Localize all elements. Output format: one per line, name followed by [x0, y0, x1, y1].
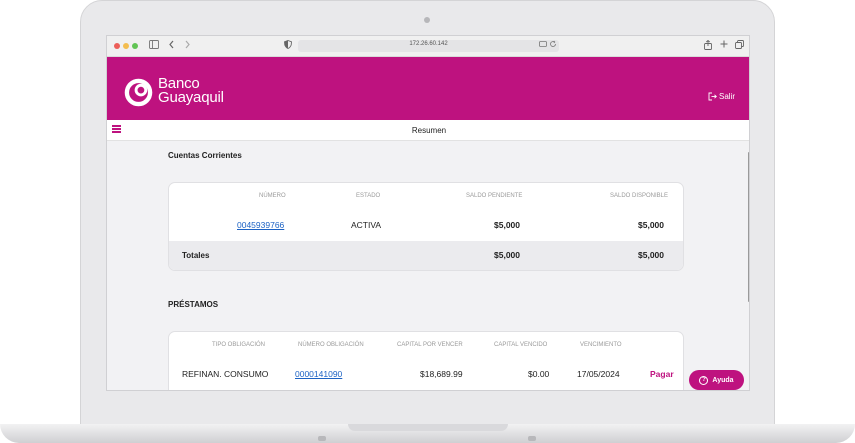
forward-icon[interactable]: [183, 40, 191, 53]
totals-label: Totales: [182, 251, 210, 260]
numero-obligacion-link[interactable]: 0000141090: [295, 369, 342, 379]
reload-icon[interactable]: [549, 40, 557, 53]
zoom-window-dot[interactable]: [132, 43, 138, 49]
screen: 172.26.60.142 Banco Guayaquil Salir Resu…: [106, 35, 750, 391]
vencimiento-value: 17/05/2024: [577, 369, 620, 379]
column-header-saldo-disponible: SALDO DISPONIBLE: [610, 193, 669, 199]
pagar-button[interactable]: Pagar: [650, 369, 674, 379]
help-icon: ?: [699, 375, 709, 385]
logout-icon: [708, 92, 717, 101]
account-status: ACTIVA: [351, 220, 382, 230]
help-button[interactable]: ? Ayuda: [689, 370, 744, 390]
scrollbar[interactable]: [748, 142, 749, 390]
totals-row: Totales $5,000 $5,000: [169, 241, 683, 270]
saldo-pendiente-value: $5,000: [494, 220, 520, 230]
privacy-shield-icon[interactable]: [284, 40, 292, 53]
bank-header: Banco Guayaquil Salir: [107, 57, 749, 120]
column-header-estado: ESTADO: [356, 193, 381, 199]
scrollbar-thumb[interactable]: [748, 152, 749, 302]
column-header-numero-obligacion: NÚMERO OBLIGACIÓN: [298, 342, 364, 348]
minimize-window-dot[interactable]: [123, 43, 129, 49]
address-bar[interactable]: 172.26.60.142: [298, 40, 559, 52]
translate-icon[interactable]: [539, 40, 547, 53]
logout-label: Salir: [718, 92, 735, 101]
subheader: Resumen: [107, 120, 749, 141]
logout-button[interactable]: Salir: [708, 92, 735, 101]
totals-saldo-pendiente: $5,000: [494, 250, 520, 260]
saldo-disponible-value: $5,000: [638, 220, 664, 230]
account-number-link[interactable]: 0045939766: [237, 220, 284, 230]
logo-text[interactable]: Banco Guayaquil: [158, 76, 224, 106]
cuentas-table: NÚMERO ESTADO SALDO PENDIENTE SALDO DISP…: [168, 182, 684, 271]
help-label: Ayuda: [712, 376, 734, 384]
cuentas-section-title: Cuentas Corrientes: [168, 151, 242, 160]
page-title: Resumen: [411, 126, 447, 135]
column-header-capital-vencido: CAPITAL VENCIDO: [494, 342, 548, 348]
share-icon[interactable]: [704, 39, 712, 54]
column-header-numero: NÚMERO: [259, 193, 286, 199]
new-tab-icon[interactable]: [720, 40, 728, 52]
tipo-obligacion: REFINAN. CONSUMO: [182, 369, 269, 379]
tab-overview-icon[interactable]: [735, 40, 744, 53]
prestamos-table: TIPO OBLIGACIÓN NÚMERO OBLIGACIÓN CAPITA…: [168, 331, 684, 390]
close-window-dot[interactable]: [114, 43, 120, 49]
totals-saldo-disponible: $5,000: [638, 250, 664, 260]
browser-toolbar: 172.26.60.142: [107, 36, 749, 57]
laptop-foot: [318, 436, 326, 441]
column-header-vencimiento: VENCIMIENTO: [580, 342, 622, 348]
laptop-foot: [528, 436, 536, 441]
banco-guayaquil-logo-icon[interactable]: [124, 78, 153, 107]
column-header-tipo-obligacion: TIPO OBLIGACIÓN: [212, 342, 266, 348]
camera: [424, 17, 430, 23]
url-text: 172.26.60.142: [409, 41, 448, 47]
capital-vencido-value: $0.00: [528, 369, 550, 379]
back-icon[interactable]: [168, 40, 176, 53]
laptop-notch: [348, 424, 508, 431]
column-header-saldo-pendiente: SALDO PENDIENTE: [466, 193, 523, 199]
prestamos-section-title: PRÉSTAMOS: [168, 300, 219, 309]
column-header-capital-por-vencer: CAPITAL POR VENCER: [397, 342, 463, 348]
logo-line-2: Guayaquil: [158, 89, 224, 106]
capital-por-vencer-value: $18,689.99: [420, 369, 463, 379]
sidebar-icon[interactable]: [149, 40, 159, 53]
